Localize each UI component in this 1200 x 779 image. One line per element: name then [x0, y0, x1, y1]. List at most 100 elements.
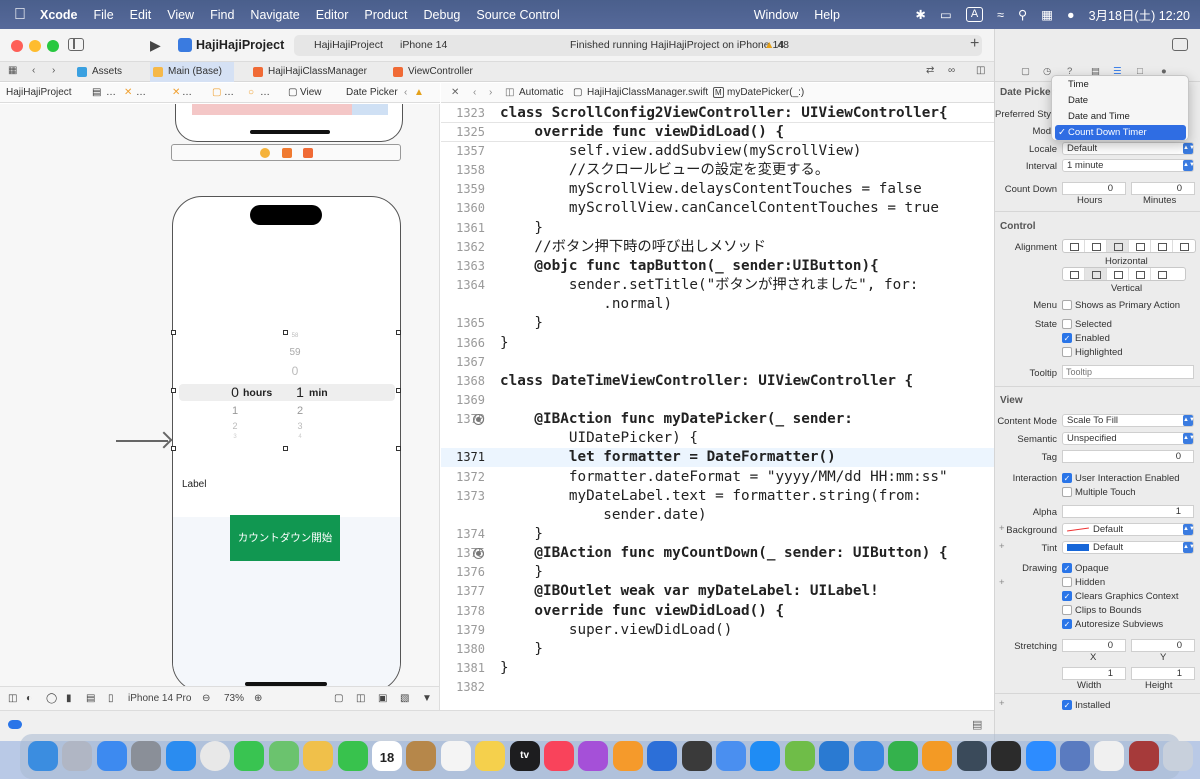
podcasts-app-icon[interactable]: [578, 741, 609, 771]
jumpbar-item-3[interactable]: …: [182, 87, 192, 98]
jumpbar-project[interactable]: HajiHajiProject: [6, 87, 72, 98]
debug-area-indicator[interactable]: [8, 720, 22, 729]
align-top-icon[interactable]: [1063, 268, 1085, 280]
settings-app-icon[interactable]: [131, 741, 162, 771]
toggle-inspector-icon[interactable]: [1172, 38, 1188, 51]
installed-checkbox[interactable]: ✓: [1062, 700, 1072, 710]
app-menu[interactable]: Xcode: [40, 8, 78, 22]
close-editor-icon[interactable]: ✕: [451, 87, 459, 98]
code-line[interactable]: 1381}: [441, 659, 994, 678]
warnings-count[interactable]: ▲ 48: [764, 39, 789, 51]
code-line[interactable]: 1365 }: [441, 314, 994, 333]
previous-scene[interactable]: [175, 104, 403, 142]
clips-to-bounds-checkbox[interactable]: [1062, 605, 1072, 615]
code-line[interactable]: 1372 formatter.dateFormat = "yyyy/MM/dd …: [441, 468, 994, 487]
date-time-scene[interactable]: 58 59 0 0 hours 1 min 1 2 3 2 3 4 Label …: [172, 196, 401, 686]
mode-option-count-down-timer[interactable]: ✓ Count Down Timer: [1055, 125, 1186, 140]
code-line[interactable]: 1362 //ボタン押下時の呼び出しメソッド: [441, 238, 994, 257]
code-line[interactable]: 1367: [441, 353, 994, 372]
installed-add-variation-icon[interactable]: +: [999, 698, 1005, 709]
editor-back-icon[interactable]: ‹: [473, 87, 476, 98]
zoom-window-button[interactable]: [47, 40, 59, 52]
date-picker[interactable]: 58 59 0 0 hours 1 min 1 2 3 2 3 4: [175, 333, 400, 450]
notes-brown-app-icon[interactable]: [406, 741, 437, 771]
align-bottom-icon[interactable]: [1107, 268, 1129, 280]
dictionary-app-icon[interactable]: [1128, 741, 1159, 771]
related-items-icon[interactable]: ◫: [505, 87, 514, 98]
code-line[interactable]: sender.date): [441, 506, 994, 525]
align-icon[interactable]: ◫: [356, 693, 365, 704]
resize-handle-bottom-right[interactable]: [396, 446, 401, 451]
jumpbar-item-5[interactable]: …: [260, 87, 270, 98]
destination-selector[interactable]: iPhone 14: [400, 39, 447, 51]
reminders-app-icon[interactable]: [440, 741, 471, 771]
vertical-alignment-control[interactable]: [1062, 267, 1186, 281]
menu-view[interactable]: View: [167, 8, 194, 22]
code-line[interactable]: 1361 }: [441, 219, 994, 238]
resolve-issues-icon[interactable]: ▧: [400, 693, 409, 704]
trash-app-icon[interactable]: [1163, 741, 1194, 771]
menu-file[interactable]: File: [94, 8, 114, 22]
resize-handle-left[interactable]: [171, 388, 176, 393]
exit-icon[interactable]: [303, 148, 313, 158]
code-line[interactable]: .normal): [441, 295, 994, 314]
stretch-x-field[interactable]: 0: [1062, 639, 1126, 652]
jumpbar-view-icon[interactable]: ▢: [288, 87, 297, 98]
link-icon[interactable]: ∞: [948, 65, 955, 76]
add-library-icon[interactable]: +: [970, 35, 979, 53]
update-frames-icon[interactable]: ▢: [334, 693, 343, 704]
code-line[interactable]: UIDatePicker) {: [441, 429, 994, 448]
countdown-start-button[interactable]: カウントダウン開始: [230, 515, 340, 561]
enabled-checkbox[interactable]: ✓: [1062, 333, 1072, 343]
pages-app-icon[interactable]: [922, 741, 953, 771]
script-app-icon[interactable]: [784, 741, 815, 771]
code-line[interactable]: 1379 super.viewDidLoad(): [441, 621, 994, 640]
control-center-icon[interactable]: ▦: [1041, 7, 1053, 22]
zoom-level[interactable]: 73%: [224, 693, 244, 704]
code-line[interactable]: 1375 @IBAction func myCountDown(_ sender…: [441, 544, 994, 563]
jumpbar-view[interactable]: View: [300, 87, 322, 98]
jumpbar-vc-icon[interactable]: ○: [248, 87, 254, 98]
wifi-icon[interactable]: ≈: [997, 8, 1004, 22]
close-window-button[interactable]: [11, 40, 23, 52]
traits-icon[interactable]: ▤: [86, 693, 95, 704]
file-inspector-icon[interactable]: ▢: [1021, 66, 1030, 77]
code-line[interactable]: 1380 }: [441, 640, 994, 659]
segue-arrow-icon[interactable]: [116, 440, 168, 442]
vscode-app-icon[interactable]: [819, 741, 850, 771]
add-editor-icon[interactable]: ◫: [976, 65, 985, 76]
jumpbar-scene-icon[interactable]: ✕: [124, 87, 132, 98]
jumpbar-warning-icon[interactable]: ▲: [414, 87, 424, 98]
numbers-app-icon[interactable]: [888, 741, 918, 771]
tooltip-input[interactable]: [1062, 365, 1194, 379]
interval-popup[interactable]: 1 minute ▲▼: [1062, 159, 1195, 172]
date-label[interactable]: Label: [182, 479, 206, 490]
tab-view-controller[interactable]: ViewController: [390, 62, 500, 82]
mail-app-icon[interactable]: [96, 741, 127, 771]
history-inspector-icon[interactable]: ◷: [1043, 66, 1051, 77]
code-line[interactable]: 1363 @objc func tapButton(_ sender:UIBut…: [441, 257, 994, 276]
siri-icon[interactable]: ●: [1067, 8, 1075, 22]
align-v-fill-icon[interactable]: [1129, 268, 1151, 280]
jumpbar-date-picker[interactable]: Date Picker: [346, 87, 398, 98]
code-line[interactable]: 1378 override func viewDidLoad() {: [441, 602, 994, 621]
editor-forward-icon[interactable]: ›: [489, 87, 492, 98]
align-v-extra-icon[interactable]: [1151, 268, 1173, 280]
align-right-icon[interactable]: [1107, 240, 1129, 252]
code-line[interactable]: 1358 //スクロールビューの設定を変更する。: [441, 161, 994, 180]
menu-editor[interactable]: Editor: [316, 8, 349, 22]
menu-debug[interactable]: Debug: [424, 8, 461, 22]
jumpbar-item-1[interactable]: …: [106, 87, 116, 98]
code-line[interactable]: 1359 myScrollView.delaysContentTouches =…: [441, 180, 994, 199]
menu-edit[interactable]: Edit: [130, 8, 152, 22]
battery-icon[interactable]: ▭: [940, 7, 952, 22]
resize-handle-top[interactable]: [283, 330, 288, 335]
scheme-selector[interactable]: HajiHajiProject: [314, 39, 383, 51]
background-popup[interactable]: Default ▲▼: [1062, 523, 1195, 536]
stretch-y-field[interactable]: 0: [1131, 639, 1195, 652]
keynote-app-icon[interactable]: [853, 741, 884, 771]
highlighted-checkbox[interactable]: [1062, 347, 1072, 357]
messages-app-icon[interactable]: [234, 741, 265, 771]
alpha-field[interactable]: 1: [1062, 505, 1194, 518]
code-line[interactable]: 1371 let formatter = DateFormatter(): [441, 448, 994, 468]
